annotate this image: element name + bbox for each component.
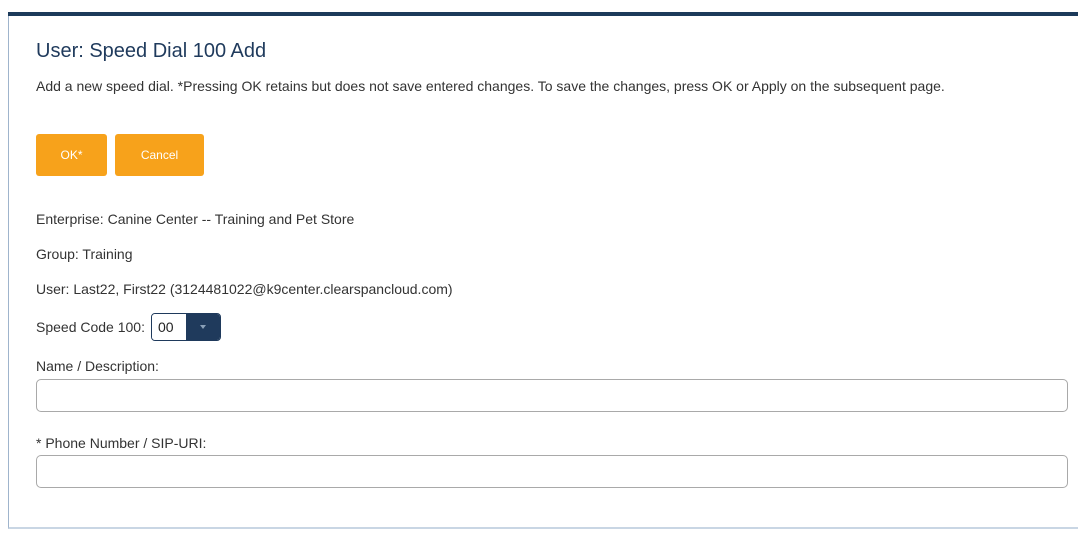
page-title: User: Speed Dial 100 Add [36,40,267,62]
phone-number-input[interactable] [36,455,1068,488]
header-bar [8,12,1078,16]
phone-number-label: * Phone Number / SIP-URI: [36,435,207,451]
name-description-label: Name / Description: [36,358,159,374]
cancel-button[interactable]: Cancel [115,134,204,176]
name-description-input[interactable] [36,379,1068,412]
speed-code-select[interactable]: 00 [150,313,221,341]
group-info: Group: Training [36,246,133,262]
user-info: User: Last22, First22 (3124481022@k9cent… [36,281,453,297]
chevron-down-icon[interactable] [185,314,220,340]
speed-code-value: 00 [151,314,186,340]
enterprise-info: Enterprise: Canine Center -- Training an… [36,211,355,227]
ok-button[interactable]: OK* [36,134,107,176]
speed-code-row: Speed Code 100: 00 [36,312,221,342]
page-description: Add a new speed dial. *Pressing OK retai… [36,78,945,94]
speed-code-label: Speed Code 100: [36,319,145,335]
